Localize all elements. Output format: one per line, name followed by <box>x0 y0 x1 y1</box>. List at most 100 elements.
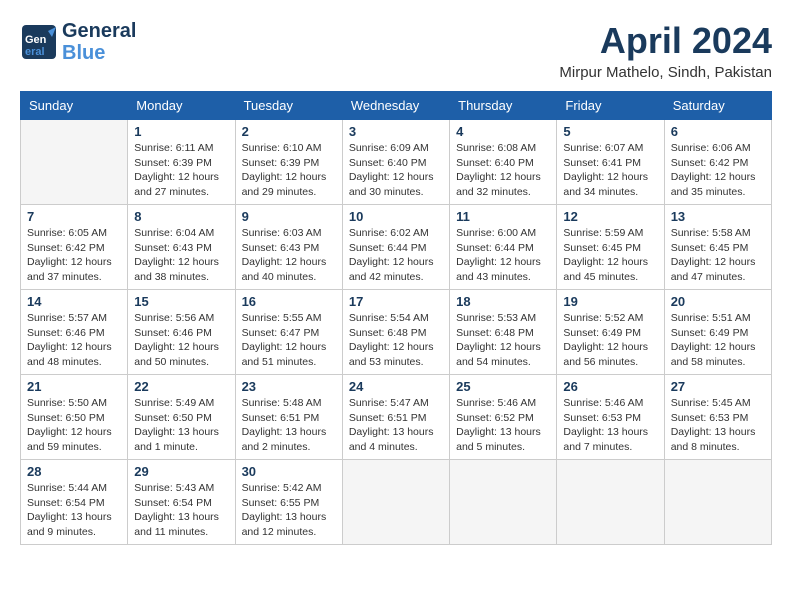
daylight-text: Daylight: 12 hours and 42 minutes. <box>349 256 434 283</box>
daylight-text: Daylight: 13 hours and 9 minutes. <box>27 511 112 538</box>
daylight-text: Daylight: 13 hours and 12 minutes. <box>242 511 327 538</box>
daylight-text: Daylight: 13 hours and 5 minutes. <box>456 426 541 453</box>
daylight-text: Daylight: 13 hours and 7 minutes. <box>563 426 648 453</box>
week-row-3: 14Sunrise: 5:57 AMSunset: 6:46 PMDayligh… <box>21 290 772 375</box>
daylight-text: Daylight: 12 hours and 29 minutes. <box>242 171 327 198</box>
day-info: Sunrise: 5:57 AMSunset: 6:46 PMDaylight:… <box>27 311 121 370</box>
daylight-text: Daylight: 12 hours and 51 minutes. <box>242 341 327 368</box>
day-number: 15 <box>134 294 228 309</box>
day-number: 11 <box>456 209 550 224</box>
day-cell: 18Sunrise: 5:53 AMSunset: 6:48 PMDayligh… <box>450 290 557 375</box>
sunrise-text: Sunrise: 6:10 AM <box>242 142 322 154</box>
sunset-text: Sunset: 6:42 PM <box>27 242 105 254</box>
sunset-text: Sunset: 6:39 PM <box>242 157 320 169</box>
day-info: Sunrise: 5:42 AM Sunset: 6:55 PM Daylight:… <box>242 481 336 540</box>
day-cell: 25Sunrise: 5:46 AMSunset: 6:52 PMDayligh… <box>450 375 557 460</box>
daylight-text: Daylight: 13 hours and 8 minutes. <box>671 426 756 453</box>
sunset-text: Sunset: 6:50 PM <box>27 412 105 424</box>
day-cell <box>342 460 449 545</box>
sunrise-text: Sunrise: 5:58 AM <box>671 227 751 239</box>
day-cell: 1Sunrise: 6:11 AMSunset: 6:39 PMDaylight… <box>128 120 235 205</box>
day-info: Sunrise: 5:56 AMSunset: 6:46 PMDaylight:… <box>134 311 228 370</box>
day-info: Sunrise: 6:06 AMSunset: 6:42 PMDaylight:… <box>671 141 765 200</box>
day-number: 16 <box>242 294 336 309</box>
day-number: 13 <box>671 209 765 224</box>
day-number: 29 <box>134 464 228 479</box>
day-info: Sunrise: 6:07 AMSunset: 6:41 PMDaylight:… <box>563 141 657 200</box>
day-cell: 17Sunrise: 5:54 AMSunset: 6:48 PMDayligh… <box>342 290 449 375</box>
sunrise-text: Sunrise: 5:56 AM <box>134 312 214 324</box>
sunrise-text: Sunrise: 5:48 AM <box>242 397 322 409</box>
svg-text:eral: eral <box>25 46 45 58</box>
week-row-5: 28Sunrise: 5:44 AMSunset: 6:54 PMDayligh… <box>21 460 772 545</box>
header-tuesday: Tuesday <box>235 92 342 120</box>
sunset-text: Sunset: 6:45 PM <box>563 242 641 254</box>
day-info: Sunrise: 5:55 AMSunset: 6:47 PMDaylight:… <box>242 311 336 370</box>
sunrise-text: Sunrise: 5:42 AM <box>242 482 322 494</box>
sunset-text: Sunset: 6:55 PM <box>242 497 320 509</box>
title-area: April 2024 Mirpur Mathelo, Sindh, Pakist… <box>559 20 772 81</box>
day-info: Sunrise: 6:04 AM Sunset: 6:43 PM Daylight:… <box>134 226 228 285</box>
day-info: Sunrise: 6:00 AMSunset: 6:44 PMDaylight:… <box>456 226 550 285</box>
day-info: Sunrise: 6:03 AMSunset: 6:43 PMDaylight:… <box>242 226 336 285</box>
day-info: Sunrise: 5:59 AMSunset: 6:45 PMDaylight:… <box>563 226 657 285</box>
sunrise-text: Sunrise: 5:43 AM <box>134 482 214 494</box>
week-row-4: 21Sunrise: 5:50 AMSunset: 6:50 PMDayligh… <box>21 375 772 460</box>
day-cell: 30 Sunrise: 5:42 AM Sunset: 6:55 PM Dayligh… <box>235 460 342 545</box>
daylight-text: Daylight: 12 hours and 48 minutes. <box>27 341 112 368</box>
daylight-text: Daylight: 12 hours and 53 minutes. <box>349 341 434 368</box>
sunset-text: Sunset: 6:51 PM <box>349 412 427 424</box>
day-info: Sunrise: 5:50 AMSunset: 6:50 PMDaylight:… <box>27 396 121 455</box>
calendar-table: SundayMondayTuesdayWednesdayThursdayFrid… <box>20 91 772 545</box>
sunset-text: Sunset: 6:47 PM <box>242 327 320 339</box>
header-monday: Monday <box>128 92 235 120</box>
daylight-text: Daylight: 12 hours and 40 minutes. <box>242 256 327 283</box>
day-cell: 23Sunrise: 5:48 AMSunset: 6:51 PMDayligh… <box>235 375 342 460</box>
week-row-2: 7Sunrise: 6:05 AMSunset: 6:42 PMDaylight… <box>21 205 772 290</box>
sunrise-text: Sunrise: 5:51 AM <box>671 312 751 324</box>
daylight-text: Daylight: 12 hours and 45 minutes. <box>563 256 648 283</box>
sunset-text: Sunset: 6:41 PM <box>563 157 641 169</box>
sunset-text: Sunset: 6:54 PM <box>27 497 105 509</box>
day-info: Sunrise: 6:08 AMSunset: 6:40 PMDaylight:… <box>456 141 550 200</box>
day-cell: 21Sunrise: 5:50 AMSunset: 6:50 PMDayligh… <box>21 375 128 460</box>
sunrise-text: Sunrise: 5:49 AM <box>134 397 214 409</box>
day-number: 3 <box>349 124 443 139</box>
day-info: Sunrise: 5:48 AMSunset: 6:51 PMDaylight:… <box>242 396 336 455</box>
daylight-text: Daylight: 12 hours and 34 minutes. <box>563 171 648 198</box>
day-number: 10 <box>349 209 443 224</box>
day-cell: 26Sunrise: 5:46 AMSunset: 6:53 PMDayligh… <box>557 375 664 460</box>
sunset-text: Sunset: 6:43 PM <box>134 242 212 254</box>
week-row-1: 1Sunrise: 6:11 AMSunset: 6:39 PMDaylight… <box>21 120 772 205</box>
header-wednesday: Wednesday <box>342 92 449 120</box>
sunrise-text: Sunrise: 6:04 AM <box>134 227 214 239</box>
daylight-text: Daylight: 12 hours and 56 minutes. <box>563 341 648 368</box>
day-info: Sunrise: 5:44 AMSunset: 6:54 PMDaylight:… <box>27 481 121 540</box>
day-cell: 27Sunrise: 5:45 AMSunset: 6:53 PMDayligh… <box>664 375 771 460</box>
day-info: Sunrise: 6:05 AMSunset: 6:42 PMDaylight:… <box>27 226 121 285</box>
sunset-text: Sunset: 6:48 PM <box>456 327 534 339</box>
header-row: SundayMondayTuesdayWednesdayThursdayFrid… <box>21 92 772 120</box>
day-cell: 9Sunrise: 6:03 AMSunset: 6:43 PMDaylight… <box>235 205 342 290</box>
day-number: 30 <box>242 464 336 479</box>
day-info: Sunrise: 6:10 AM Sunset: 6:39 PM Daylight:… <box>242 141 336 200</box>
sunset-text: Sunset: 6:49 PM <box>671 327 749 339</box>
day-cell <box>664 460 771 545</box>
day-cell: 20Sunrise: 5:51 AMSunset: 6:49 PMDayligh… <box>664 290 771 375</box>
day-cell: 24Sunrise: 5:47 AMSunset: 6:51 PMDayligh… <box>342 375 449 460</box>
day-info: Sunrise: 5:54 AMSunset: 6:48 PMDaylight:… <box>349 311 443 370</box>
daylight-text: Daylight: 13 hours and 1 minute. <box>134 426 219 453</box>
sunset-text: Sunset: 6:43 PM <box>242 242 320 254</box>
daylight-text: Daylight: 12 hours and 43 minutes. <box>456 256 541 283</box>
day-number: 4 <box>456 124 550 139</box>
sunrise-text: Sunrise: 5:54 AM <box>349 312 429 324</box>
day-cell: 14Sunrise: 5:57 AMSunset: 6:46 PMDayligh… <box>21 290 128 375</box>
day-number: 24 <box>349 379 443 394</box>
sunrise-text: Sunrise: 6:00 AM <box>456 227 536 239</box>
daylight-text: Daylight: 12 hours and 35 minutes. <box>671 171 756 198</box>
sunset-text: Sunset: 6:52 PM <box>456 412 534 424</box>
svg-text:Gen: Gen <box>25 34 47 46</box>
daylight-text: Daylight: 12 hours and 38 minutes. <box>134 256 219 283</box>
sunrise-text: Sunrise: 6:02 AM <box>349 227 429 239</box>
logo-line2: Blue <box>62 42 136 64</box>
